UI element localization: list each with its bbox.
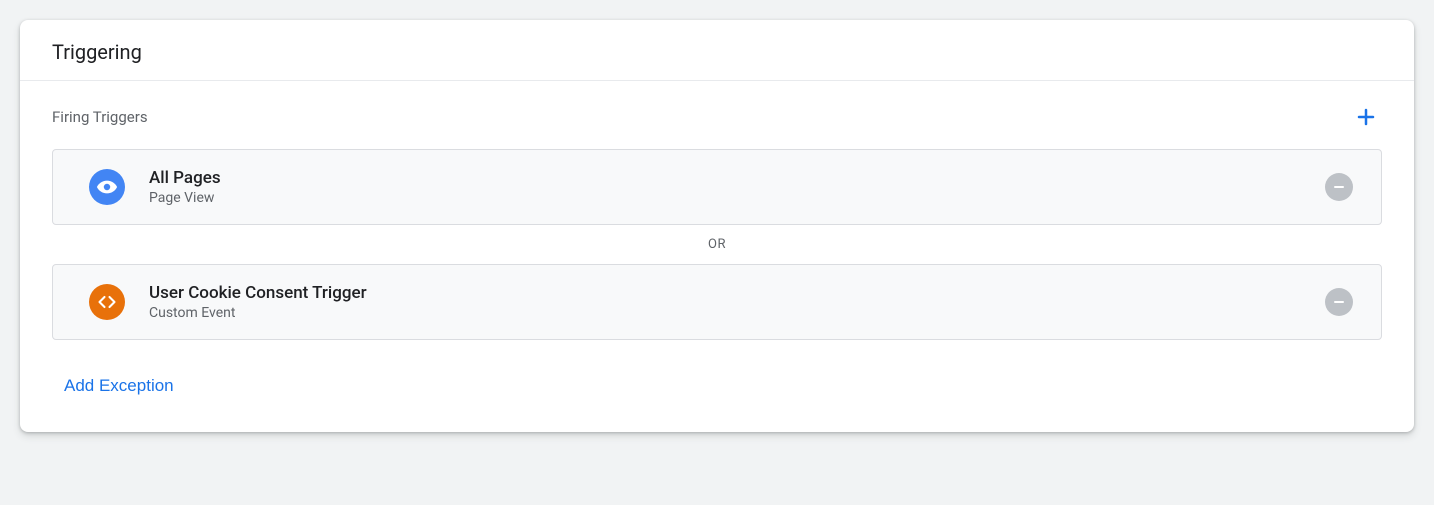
firing-triggers-label: Firing Triggers xyxy=(52,108,148,126)
trigger-name: User Cookie Consent Trigger xyxy=(149,283,1301,303)
trigger-content: All Pages Page View xyxy=(149,168,1301,206)
firing-triggers-header: Firing Triggers xyxy=(52,101,1382,133)
add-exception-button[interactable]: Add Exception xyxy=(64,368,174,404)
or-separator: OR xyxy=(52,225,1382,264)
minus-icon xyxy=(1331,294,1347,310)
minus-icon xyxy=(1331,179,1347,195)
triggering-card: Triggering Firing Triggers All Pages Pag… xyxy=(20,20,1414,432)
trigger-row-all-pages[interactable]: All Pages Page View xyxy=(52,149,1382,225)
trigger-name: All Pages xyxy=(149,168,1301,188)
card-title: Triggering xyxy=(52,40,1382,64)
card-header: Triggering xyxy=(20,20,1414,81)
trigger-content: User Cookie Consent Trigger Custom Event xyxy=(149,283,1301,321)
card-body: Firing Triggers All Pages Page View xyxy=(20,81,1414,432)
remove-trigger-button[interactable] xyxy=(1325,288,1353,316)
custom-event-icon xyxy=(89,284,125,320)
trigger-row-cookie-consent[interactable]: User Cookie Consent Trigger Custom Event xyxy=(52,264,1382,340)
add-trigger-button[interactable] xyxy=(1350,101,1382,133)
trigger-type: Custom Event xyxy=(149,305,1301,321)
plus-icon xyxy=(1354,105,1378,129)
trigger-type: Page View xyxy=(149,190,1301,206)
page-view-icon xyxy=(89,169,125,205)
remove-trigger-button[interactable] xyxy=(1325,173,1353,201)
